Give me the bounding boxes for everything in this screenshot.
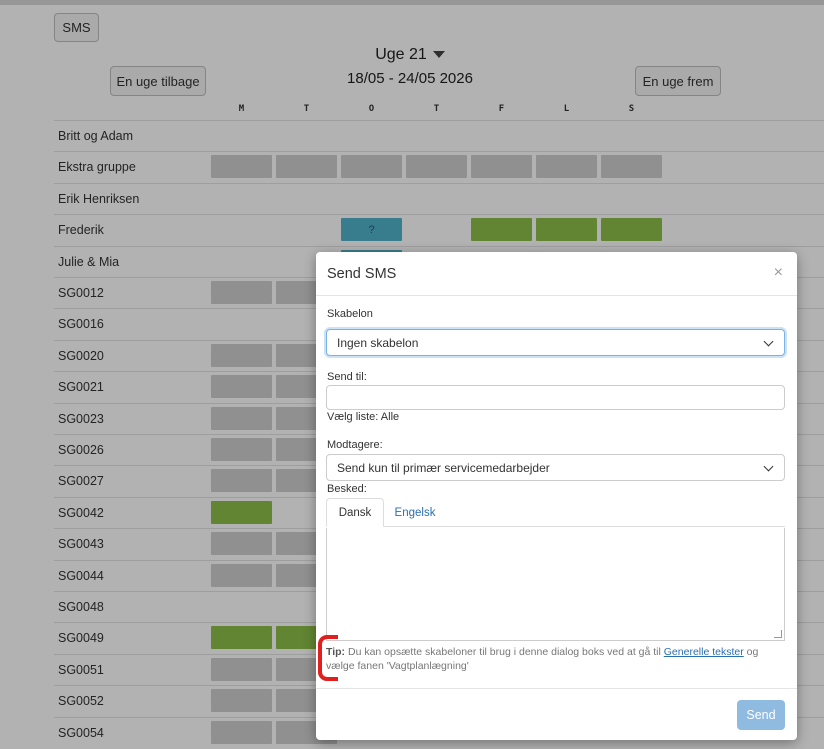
tab-danish[interactable]: Dansk <box>326 498 384 527</box>
tip-text: Tip: Du kan opsætte skabeloner til brug … <box>326 645 781 673</box>
template-label: Skabelon <box>327 308 373 320</box>
send-button[interactable]: Send <box>737 700 785 730</box>
resize-handle-icon[interactable] <box>774 630 782 638</box>
send-sms-dialog: Send SMS × Skabelon Ingen skabelon Send … <box>316 252 797 740</box>
recipients-select[interactable]: Send kun til primær servicemedarbejder <box>326 454 785 481</box>
message-textarea[interactable] <box>326 528 785 641</box>
dialog-footer-divider <box>316 688 797 689</box>
sendto-input[interactable] <box>326 385 785 410</box>
dialog-header: Send SMS × <box>316 252 797 296</box>
tab-english[interactable]: Engelsk <box>392 498 438 527</box>
dialog-title: Send SMS <box>327 266 397 282</box>
sendto-label: Send til: <box>327 371 367 383</box>
general-texts-link[interactable]: Generelle tekster <box>664 646 744 658</box>
chevron-down-icon <box>763 336 774 347</box>
chevron-down-icon <box>763 461 774 472</box>
template-value: Ingen skabelon <box>337 335 419 350</box>
recipients-label: Modtagere: <box>327 439 383 451</box>
tip-body: Du kan opsætte skabeloner til brug i den… <box>345 646 664 658</box>
language-tabs: Dansk Engelsk <box>326 498 785 527</box>
list-label: Vælg liste: Alle <box>327 411 400 423</box>
red-annotation-bracket <box>318 635 338 681</box>
recipients-value: Send kun til primær servicemedarbejder <box>337 460 550 475</box>
message-label: Besked: <box>327 483 367 495</box>
close-icon[interactable]: × <box>774 264 783 282</box>
template-select[interactable]: Ingen skabelon <box>326 329 785 356</box>
